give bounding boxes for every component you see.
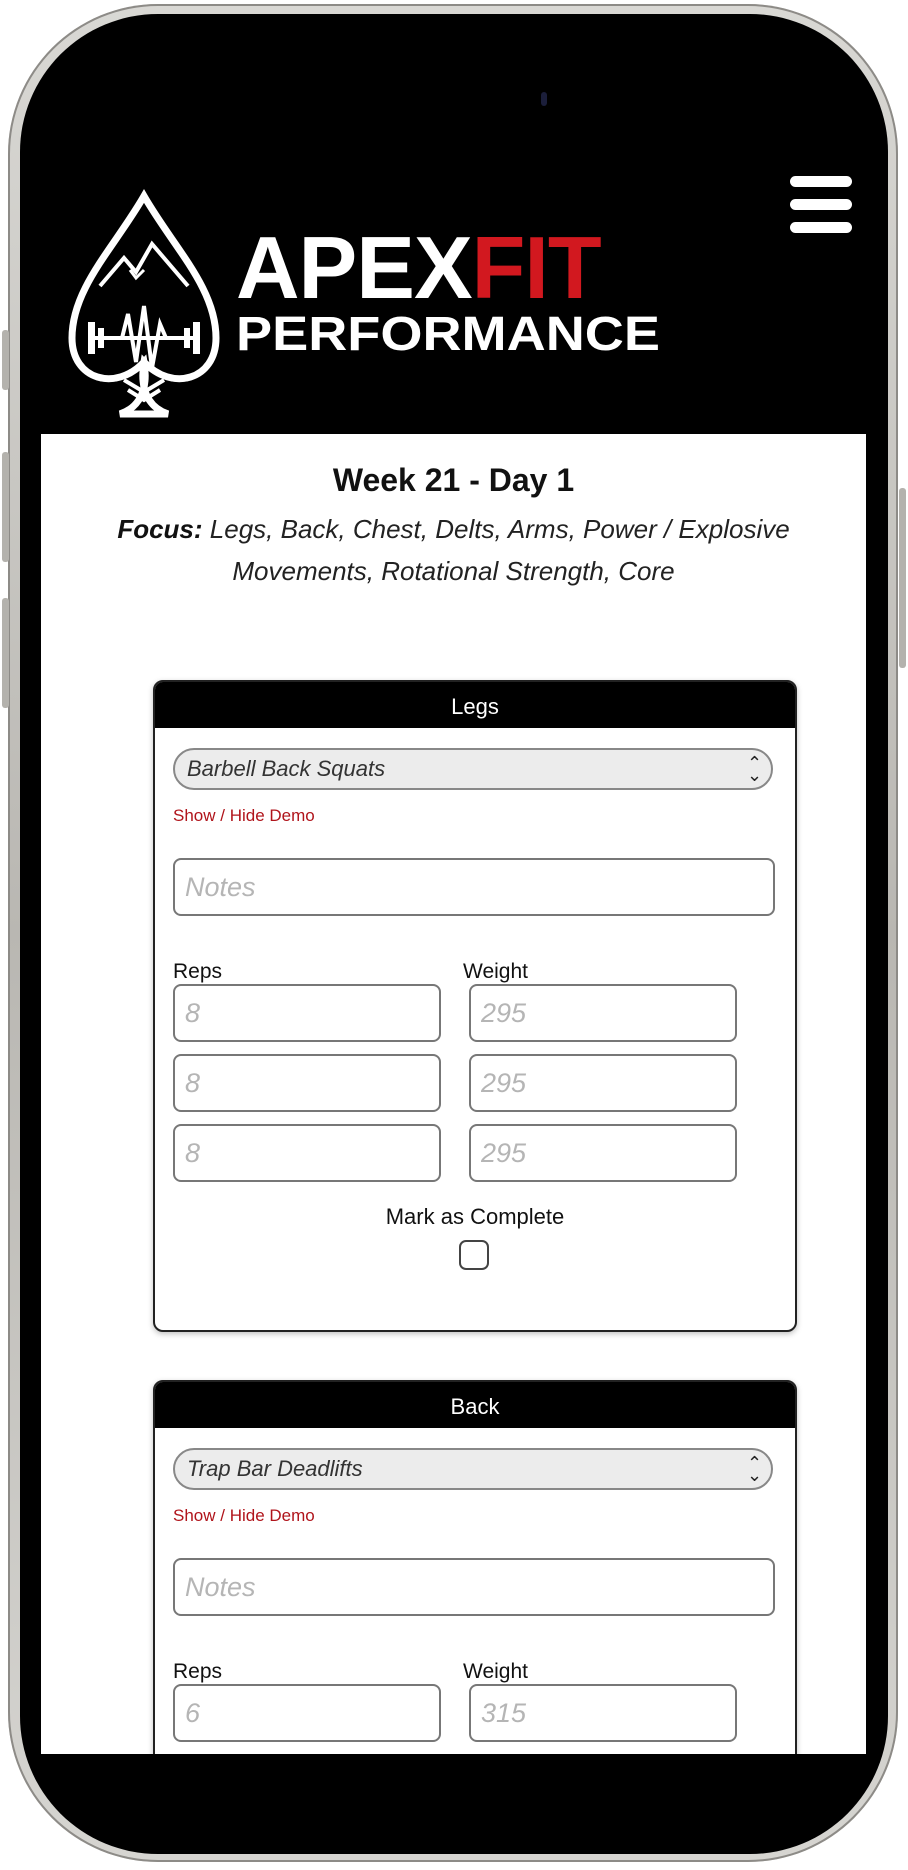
exercise-select-back[interactable]: Trap Bar Deadlifts ⌃ ⌄ [173,1448,773,1490]
notes-input[interactable] [173,858,775,916]
reps-input-set-3[interactable] [173,1124,441,1182]
selected-exercise: Barbell Back Squats [187,756,386,781]
focus-description: Focus: Legs, Back, Chest, Delts, Arms, P… [91,508,816,592]
reps-label: Reps [173,1660,223,1683]
brand-word-performance: PERFORMANCE [236,308,660,361]
selected-exercise: Trap Bar Deadlifts [187,1456,363,1481]
weight-label: Weight [463,960,528,983]
exercise-card-legs: Legs Barbell Back Squats ⌃ ⌄ Show / Hide … [153,680,797,1332]
page-title: Week 21 - Day 1 [332,462,575,498]
weight-input-set-1[interactable] [469,984,737,1042]
show-hide-demo-link[interactable]: Show / Hide Demo [173,806,315,826]
reps-input-set-1[interactable] [173,1684,441,1742]
weight-input-set-2[interactable] [469,1054,737,1112]
phone-power-button [899,488,906,668]
svg-text:APEXFIT: APEXFIT [236,218,601,317]
reps-input-set-1[interactable] [173,984,441,1042]
reps-input-set-2[interactable] [173,1054,441,1112]
focus-text: Legs, Back, Chest, Delts, Arms, Power / … [202,514,790,586]
card-header-legs: Legs [155,682,795,728]
workout-content: Week 21 - Day 1 Focus: Legs, Back, Chest… [41,434,866,1754]
weight-input-set-3[interactable] [469,1124,737,1182]
card-header-back: Back [155,1382,795,1428]
focus-label: Focus: [117,514,203,544]
apexfit-logo: APEXFIT PERFORMANCE [68,188,660,418]
select-chevron-icon: ⌃ ⌄ [747,753,763,785]
reps-label: Reps [173,960,223,983]
mark-complete-label: Mark as Complete [385,1204,565,1229]
spade-emblem-icon [68,188,220,418]
exercise-card-back: Back Trap Bar Deadlifts ⌃ ⌄ Show / Hide D… [153,1380,797,1754]
phone-volume-up-button [2,452,9,562]
notes-input[interactable] [173,1558,775,1616]
hamburger-menu-icon[interactable] [790,176,852,240]
phone-volume-down-button [2,598,9,708]
brand-word-apex: APEX [236,218,472,317]
show-hide-demo-link[interactable]: Show / Hide Demo [173,1506,315,1526]
exercise-select-legs[interactable]: Barbell Back Squats ⌃ ⌄ [173,748,773,790]
weight-label: Weight [463,1660,528,1683]
brand-word-fit: FIT [472,218,601,317]
phone-side-button [2,330,9,390]
weight-input-set-1[interactable] [469,1684,737,1742]
front-camera-dot [541,92,547,106]
mark-complete-checkbox[interactable] [459,1240,489,1270]
select-chevron-icon: ⌃ ⌄ [747,1453,763,1485]
